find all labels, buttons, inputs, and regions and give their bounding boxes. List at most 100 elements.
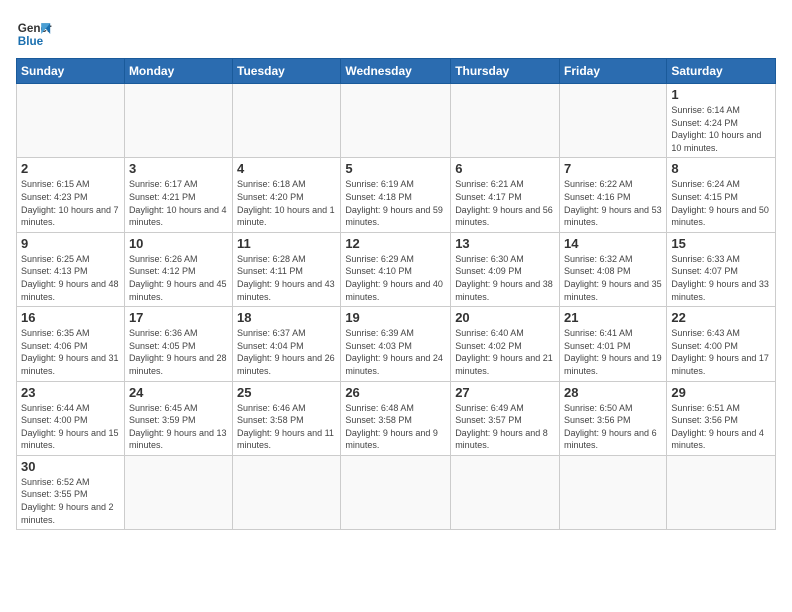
day-info: Sunrise: 6:26 AM Sunset: 4:12 PM Dayligh… [129, 253, 228, 303]
day-cell: 12 Sunrise: 6:29 AM Sunset: 4:10 PM Dayli… [341, 232, 451, 306]
day-cell [667, 455, 776, 529]
header: General Blue [16, 16, 776, 52]
day-number: 22 [671, 310, 771, 325]
day-info: Sunrise: 6:52 AM Sunset: 3:55 PM Dayligh… [21, 476, 120, 526]
day-cell [233, 455, 341, 529]
day-cell: 13 Sunrise: 6:30 AM Sunset: 4:09 PM Dayli… [451, 232, 560, 306]
day-cell: 20 Sunrise: 6:40 AM Sunset: 4:02 PM Dayli… [451, 307, 560, 381]
day-cell: 27Sunrise: 6:49 AM Sunset: 3:57 PM Dayli… [451, 381, 560, 455]
day-number: 13 [455, 236, 555, 251]
weekday-header-sunday: Sunday [17, 59, 125, 84]
day-cell: 28 Sunrise: 6:50 AM Sunset: 3:56 PM Dayli… [560, 381, 667, 455]
day-number: 12 [345, 236, 446, 251]
day-info: Sunrise: 6:44 AM Sunset: 4:00 PM Dayligh… [21, 402, 120, 452]
day-info: Sunrise: 6:40 AM Sunset: 4:02 PM Dayligh… [455, 327, 555, 377]
day-number: 3 [129, 161, 228, 176]
svg-text:Blue: Blue [18, 35, 44, 48]
day-info: Sunrise: 6:15 AM Sunset: 4:23 PM Dayligh… [21, 178, 120, 228]
day-number: 17 [129, 310, 228, 325]
day-info: Sunrise: 6:39 AM Sunset: 4:03 PM Dayligh… [345, 327, 446, 377]
day-info: Sunrise: 6:19 AM Sunset: 4:18 PM Dayligh… [345, 178, 446, 228]
day-info: Sunrise: 6:43 AM Sunset: 4:00 PM Dayligh… [671, 327, 771, 377]
week-row-3: 9Sunrise: 6:25 AM Sunset: 4:13 PM Daylig… [17, 232, 776, 306]
week-row-1: 1Sunrise: 6:14 AM Sunset: 4:24 PM Daylig… [17, 84, 776, 158]
day-info: Sunrise: 6:17 AM Sunset: 4:21 PM Dayligh… [129, 178, 228, 228]
day-number: 23 [21, 385, 120, 400]
day-number: 24 [129, 385, 228, 400]
calendar-table: SundayMondayTuesdayWednesdayThursdayFrid… [16, 58, 776, 530]
day-cell [341, 455, 451, 529]
day-number: 28 [564, 385, 662, 400]
day-number: 25 [237, 385, 336, 400]
day-number: 15 [671, 236, 771, 251]
day-cell [233, 84, 341, 158]
week-row-2: 2Sunrise: 6:15 AM Sunset: 4:23 PM Daylig… [17, 158, 776, 232]
day-number: 21 [564, 310, 662, 325]
day-info: Sunrise: 6:37 AM Sunset: 4:04 PM Dayligh… [237, 327, 336, 377]
day-cell: 30 Sunrise: 6:52 AM Sunset: 3:55 PM Dayli… [17, 455, 125, 529]
day-info: Sunrise: 6:25 AM Sunset: 4:13 PM Dayligh… [21, 253, 120, 303]
day-cell [560, 455, 667, 529]
day-cell [560, 84, 667, 158]
day-cell [451, 84, 560, 158]
day-cell: 29 Sunrise: 6:51 AM Sunset: 3:56 PM Dayli… [667, 381, 776, 455]
weekday-header-tuesday: Tuesday [233, 59, 341, 84]
day-number: 1 [671, 87, 771, 102]
day-number: 4 [237, 161, 336, 176]
day-number: 19 [345, 310, 446, 325]
day-info: Sunrise: 6:32 AM Sunset: 4:08 PM Dayligh… [564, 253, 662, 303]
week-row-6: 30 Sunrise: 6:52 AM Sunset: 3:55 PM Dayli… [17, 455, 776, 529]
day-info: Sunrise: 6:49 AM Sunset: 3:57 PM Dayligh… [455, 402, 555, 452]
day-info: Sunrise: 6:46 AM Sunset: 3:58 PM Dayligh… [237, 402, 336, 452]
day-info: Sunrise: 6:36 AM Sunset: 4:05 PM Dayligh… [129, 327, 228, 377]
week-row-5: 23 Sunrise: 6:44 AM Sunset: 4:00 PM Dayli… [17, 381, 776, 455]
day-info: Sunrise: 6:33 AM Sunset: 4:07 PM Dayligh… [671, 253, 771, 303]
day-number: 7 [564, 161, 662, 176]
day-number: 10 [129, 236, 228, 251]
day-info: Sunrise: 6:29 AM Sunset: 4:10 PM Dayligh… [345, 253, 446, 303]
day-info: Sunrise: 6:48 AM Sunset: 3:58 PM Dayligh… [345, 402, 446, 452]
weekday-header-friday: Friday [560, 59, 667, 84]
weekday-header-saturday: Saturday [667, 59, 776, 84]
day-info: Sunrise: 6:21 AM Sunset: 4:17 PM Dayligh… [455, 178, 555, 228]
day-cell: 25 Sunrise: 6:46 AM Sunset: 3:58 PM Dayli… [233, 381, 341, 455]
day-cell: 16Sunrise: 6:35 AM Sunset: 4:06 PM Dayli… [17, 307, 125, 381]
day-cell: 18 Sunrise: 6:37 AM Sunset: 4:04 PM Dayli… [233, 307, 341, 381]
day-number: 30 [21, 459, 120, 474]
day-cell: 15 Sunrise: 6:33 AM Sunset: 4:07 PM Dayli… [667, 232, 776, 306]
day-number: 18 [237, 310, 336, 325]
day-cell: 7 Sunrise: 6:22 AM Sunset: 4:16 PM Daylig… [560, 158, 667, 232]
day-info: Sunrise: 6:30 AM Sunset: 4:09 PM Dayligh… [455, 253, 555, 303]
day-info: Sunrise: 6:51 AM Sunset: 3:56 PM Dayligh… [671, 402, 771, 452]
day-number: 5 [345, 161, 446, 176]
day-number: 11 [237, 236, 336, 251]
day-info: Sunrise: 6:28 AM Sunset: 4:11 PM Dayligh… [237, 253, 336, 303]
day-info: Sunrise: 6:45 AM Sunset: 3:59 PM Dayligh… [129, 402, 228, 452]
day-cell [451, 455, 560, 529]
weekday-header-row: SundayMondayTuesdayWednesdayThursdayFrid… [17, 59, 776, 84]
day-number: 20 [455, 310, 555, 325]
day-cell: 4 Sunrise: 6:18 AM Sunset: 4:20 PM Daylig… [233, 158, 341, 232]
day-info: Sunrise: 6:18 AM Sunset: 4:20 PM Dayligh… [237, 178, 336, 228]
day-info: Sunrise: 6:22 AM Sunset: 4:16 PM Dayligh… [564, 178, 662, 228]
day-number: 6 [455, 161, 555, 176]
day-cell: 9Sunrise: 6:25 AM Sunset: 4:13 PM Daylig… [17, 232, 125, 306]
day-number: 16 [21, 310, 120, 325]
day-cell: 6 Sunrise: 6:21 AM Sunset: 4:17 PM Daylig… [451, 158, 560, 232]
day-number: 14 [564, 236, 662, 251]
day-cell: 8Sunrise: 6:24 AM Sunset: 4:15 PM Daylig… [667, 158, 776, 232]
day-cell [17, 84, 125, 158]
day-cell: 24 Sunrise: 6:45 AM Sunset: 3:59 PM Dayli… [124, 381, 232, 455]
day-cell: 19 Sunrise: 6:39 AM Sunset: 4:03 PM Dayli… [341, 307, 451, 381]
weekday-header-monday: Monday [124, 59, 232, 84]
day-cell: 22 Sunrise: 6:43 AM Sunset: 4:00 PM Dayli… [667, 307, 776, 381]
logo-icon: General Blue [16, 16, 52, 52]
day-number: 29 [671, 385, 771, 400]
day-cell [124, 455, 232, 529]
day-cell: 21Sunrise: 6:41 AM Sunset: 4:01 PM Dayli… [560, 307, 667, 381]
day-cell: 23 Sunrise: 6:44 AM Sunset: 4:00 PM Dayli… [17, 381, 125, 455]
day-cell: 3 Sunrise: 6:17 AM Sunset: 4:21 PM Daylig… [124, 158, 232, 232]
day-cell: 1Sunrise: 6:14 AM Sunset: 4:24 PM Daylig… [667, 84, 776, 158]
calendar-page: General Blue SundayMondayTuesdayWednesda… [0, 0, 792, 612]
day-info: Sunrise: 6:50 AM Sunset: 3:56 PM Dayligh… [564, 402, 662, 452]
